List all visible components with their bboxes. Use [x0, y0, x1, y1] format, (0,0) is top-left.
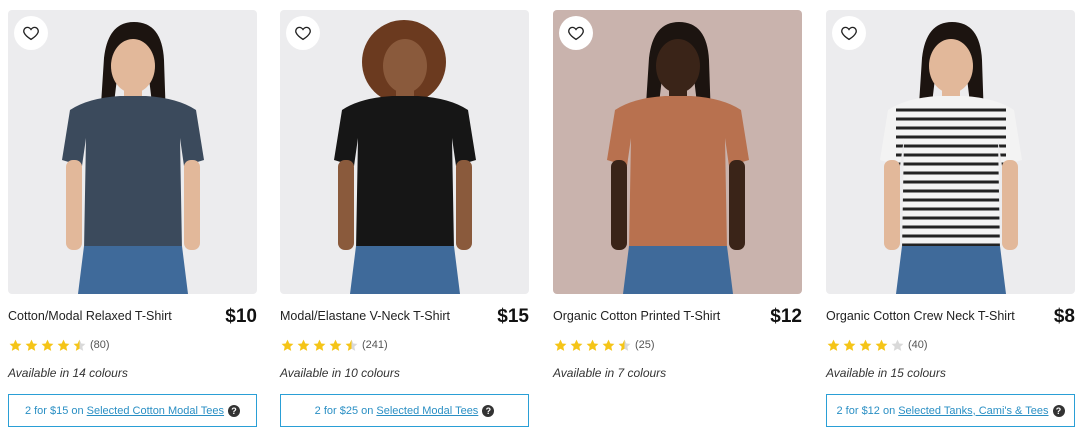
model-photo: [607, 22, 749, 294]
model-photo: [880, 22, 1022, 294]
product-name[interactable]: Organic Cotton Printed T-Shirt: [553, 309, 753, 323]
product-price: $10: [225, 306, 257, 327]
model-photo: [62, 22, 204, 294]
promo-link[interactable]: Selected Tanks, Cami's & Tees: [898, 405, 1048, 417]
product-card[interactable]: Modal/Elastane V-Neck T-Shirt $15 (241) …: [280, 10, 529, 430]
heart-outline-icon: [841, 26, 857, 41]
star-icon: [890, 338, 905, 353]
star-icon: [72, 338, 87, 353]
review-count[interactable]: (25): [635, 339, 655, 351]
heart-outline-icon: [23, 26, 39, 41]
wishlist-button[interactable]: [14, 16, 48, 50]
star-icon: [553, 338, 568, 353]
product-grid: Cotton/Modal Relaxed T-Shirt $10 (80) Av…: [8, 10, 1075, 430]
star-icon: [40, 338, 55, 353]
review-count[interactable]: (40): [908, 339, 928, 351]
product-name[interactable]: Cotton/Modal Relaxed T-Shirt: [8, 309, 208, 323]
product-card[interactable]: Organic Cotton Printed T-Shirt $12 (25) …: [553, 10, 802, 430]
product-price: $12: [770, 306, 802, 327]
star-icon: [826, 338, 841, 353]
product-card[interactable]: Organic Cotton Crew Neck T-Shirt $8 (40)…: [826, 10, 1075, 430]
product-card[interactable]: Cotton/Modal Relaxed T-Shirt $10 (80) Av…: [8, 10, 257, 430]
promo-banner[interactable]: 2 for $25 on Selected Modal Tees ?: [280, 394, 529, 427]
promo-banner[interactable]: 2 for $15 on Selected Cotton Modal Tees …: [8, 394, 257, 427]
colour-availability: Available in 15 colours: [826, 366, 946, 380]
product-price: $8: [1053, 306, 1075, 327]
wishlist-button[interactable]: [832, 16, 866, 50]
wishlist-button[interactable]: [286, 16, 320, 50]
star-rating: [280, 338, 359, 353]
product-rating[interactable]: (40): [826, 337, 928, 353]
wishlist-button[interactable]: [559, 16, 593, 50]
star-rating: [553, 338, 632, 353]
product-image[interactable]: [8, 10, 257, 294]
promo-banner[interactable]: 2 for $12 on Selected Tanks, Cami's & Te…: [826, 394, 1075, 427]
product-image[interactable]: [280, 10, 529, 294]
promo-link[interactable]: Selected Cotton Modal Tees: [87, 405, 224, 417]
star-icon: [601, 338, 616, 353]
promo-text: 2 for $25 on: [314, 404, 374, 417]
product-name[interactable]: Modal/Elastane V-Neck T-Shirt: [280, 309, 480, 323]
promo-text: 2 for $12 on: [836, 404, 896, 417]
review-count[interactable]: (241): [362, 339, 388, 351]
star-icon: [8, 338, 23, 353]
star-icon: [874, 338, 889, 353]
star-icon: [296, 338, 311, 353]
question-circle-icon[interactable]: ?: [482, 404, 495, 417]
star-icon: [344, 338, 359, 353]
star-icon: [312, 338, 327, 353]
product-rating[interactable]: (25): [553, 337, 655, 353]
product-image[interactable]: [826, 10, 1075, 294]
star-icon: [24, 338, 39, 353]
star-icon: [328, 338, 343, 353]
product-image[interactable]: [553, 10, 802, 294]
star-icon: [569, 338, 584, 353]
product-name[interactable]: Organic Cotton Crew Neck T-Shirt: [826, 309, 1026, 323]
star-icon: [56, 338, 71, 353]
question-circle-icon[interactable]: ?: [228, 404, 241, 417]
star-icon: [585, 338, 600, 353]
product-price: $15: [497, 306, 529, 327]
star-icon: [858, 338, 873, 353]
promo-link[interactable]: Selected Modal Tees: [376, 405, 478, 417]
question-circle-icon[interactable]: ?: [1052, 404, 1065, 417]
heart-outline-icon: [295, 26, 311, 41]
product-rating[interactable]: (80): [8, 337, 110, 353]
heart-outline-icon: [568, 26, 584, 41]
star-rating: [826, 338, 905, 353]
product-rating[interactable]: (241): [280, 337, 388, 353]
star-icon: [842, 338, 857, 353]
model-photo: [334, 20, 476, 294]
colour-availability: Available in 7 colours: [553, 366, 667, 380]
star-icon: [280, 338, 295, 353]
review-count[interactable]: (80): [90, 339, 110, 351]
colour-availability: Available in 14 colours: [8, 366, 128, 380]
star-rating: [8, 338, 87, 353]
promo-text: 2 for $15 on: [24, 404, 84, 417]
colour-availability: Available in 10 colours: [280, 366, 400, 380]
star-icon: [617, 338, 632, 353]
